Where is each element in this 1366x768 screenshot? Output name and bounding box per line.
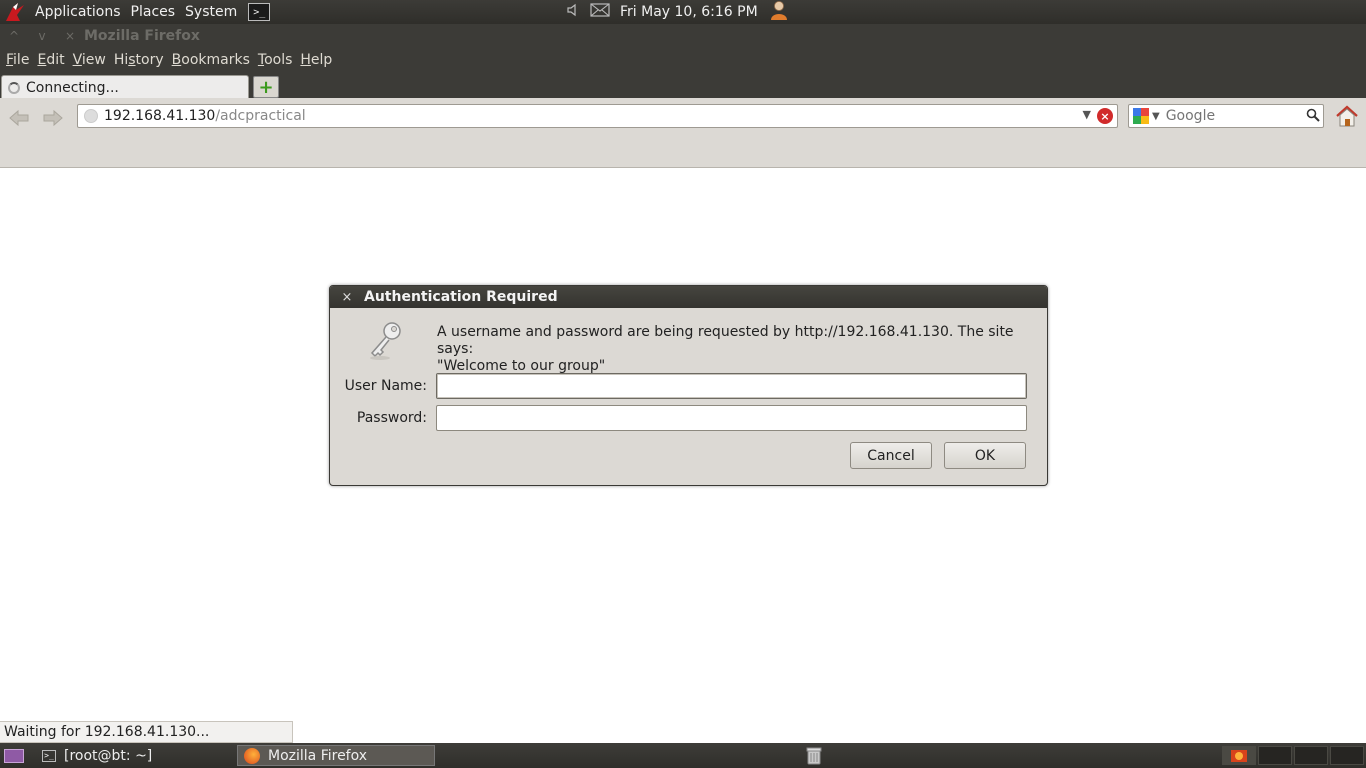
places-menu[interactable]: Places xyxy=(126,4,181,20)
taskbar-item-label: [root@bt: ~] xyxy=(64,747,153,764)
window-titlebar: ^ v × Mozilla Firefox xyxy=(0,24,1366,48)
taskbar-item-firefox[interactable]: Mozilla Firefox xyxy=(237,745,435,766)
taskbar-item-label: Mozilla Firefox xyxy=(268,747,368,764)
menu-view[interactable]: View xyxy=(69,52,110,68)
loading-spinner-icon xyxy=(8,81,20,94)
password-field[interactable] xyxy=(436,405,1027,431)
maximize-icon[interactable]: v xyxy=(28,29,56,43)
username-label: User Name: xyxy=(344,378,427,394)
new-tab-button[interactable]: + xyxy=(253,76,279,98)
url-bar[interactable]: 192.168.41.130/adcpractical ▼ × xyxy=(77,104,1118,128)
menu-help[interactable]: Help xyxy=(296,52,336,68)
taskbar-item-terminal[interactable]: >_ [root@bt: ~] xyxy=(36,745,234,766)
terminal-icon: >_ xyxy=(42,749,56,762)
search-engine-dropdown-icon[interactable]: ▼ xyxy=(1152,111,1160,122)
menu-history[interactable]: History xyxy=(110,52,168,68)
bottom-panel: >_ [root@bt: ~] Mozilla Firefox xyxy=(0,743,1366,768)
status-text: Waiting for 192.168.41.130... xyxy=(0,721,293,743)
menu-file[interactable]: File xyxy=(2,52,33,68)
window-close-icon[interactable]: × xyxy=(56,29,84,43)
stop-icon[interactable]: × xyxy=(1097,108,1113,124)
dialog-message: A username and password are being reques… xyxy=(437,324,1027,375)
dialog-title: Authentication Required xyxy=(364,289,558,305)
menu-edit[interactable]: Edit xyxy=(33,52,68,68)
backtrack-logo-icon[interactable] xyxy=(0,0,30,24)
back-button[interactable] xyxy=(6,107,32,129)
search-icon[interactable] xyxy=(1306,108,1320,126)
tab-connecting[interactable]: Connecting... xyxy=(1,75,249,99)
terminal-launcher-icon[interactable]: >_ xyxy=(248,3,271,21)
home-icon xyxy=(1336,105,1358,127)
volume-icon[interactable] xyxy=(566,3,580,21)
applications-menu[interactable]: Applications xyxy=(30,4,126,20)
key-icon xyxy=(364,318,408,362)
tab-strip: Connecting... + xyxy=(0,72,1366,99)
forward-arrow-icon xyxy=(43,109,63,127)
user-icon[interactable] xyxy=(768,0,790,25)
menu-tools[interactable]: Tools xyxy=(254,52,297,68)
trash-icon[interactable] xyxy=(805,746,823,765)
password-label: Password: xyxy=(356,410,427,426)
navigation-toolbar: 192.168.41.130/adcpractical ▼ × ▼ xyxy=(0,98,1366,168)
top-panel: Applications Places System >_ Fri May 10… xyxy=(0,0,1366,24)
home-button[interactable] xyxy=(1334,104,1360,128)
search-bar[interactable]: ▼ xyxy=(1128,104,1324,128)
cancel-button[interactable]: Cancel xyxy=(850,442,932,469)
authentication-dialog: × Authentication Required A username and… xyxy=(329,285,1048,486)
clock[interactable]: Fri May 10, 6:16 PM xyxy=(620,4,758,20)
search-input[interactable] xyxy=(1165,108,1306,124)
dialog-close-icon[interactable]: × xyxy=(330,290,364,305)
firefox-icon xyxy=(244,747,260,764)
username-field[interactable] xyxy=(436,373,1027,399)
url-host: 192.168.41.130 xyxy=(104,108,216,124)
minimize-icon[interactable]: ^ xyxy=(0,29,28,43)
menu-bookmarks[interactable]: Bookmarks xyxy=(168,52,254,68)
tab-title: Connecting... xyxy=(26,79,119,96)
back-arrow-icon xyxy=(9,109,29,127)
dialog-message-line1: A username and password are being reques… xyxy=(437,324,1014,357)
menubar: File Edit View History Bookmarks Tools H… xyxy=(0,48,1366,72)
url-dropdown-icon[interactable]: ▼ xyxy=(1083,108,1091,121)
site-identity-icon[interactable] xyxy=(84,109,98,123)
forward-button[interactable] xyxy=(40,107,66,129)
workspace-3[interactable] xyxy=(1294,746,1328,765)
workspace-4[interactable] xyxy=(1330,746,1364,765)
show-desktop-icon[interactable] xyxy=(4,748,24,763)
window-title: Mozilla Firefox xyxy=(84,28,200,44)
url-path: /adcpractical xyxy=(215,108,306,124)
dialog-titlebar: × Authentication Required xyxy=(330,286,1047,308)
ok-button[interactable]: OK xyxy=(944,442,1026,469)
system-menu[interactable]: System xyxy=(180,4,242,20)
mail-icon[interactable] xyxy=(590,3,610,21)
workspace-1[interactable] xyxy=(1222,746,1256,765)
google-engine-icon[interactable] xyxy=(1133,108,1149,124)
workspace-2[interactable] xyxy=(1258,746,1292,765)
